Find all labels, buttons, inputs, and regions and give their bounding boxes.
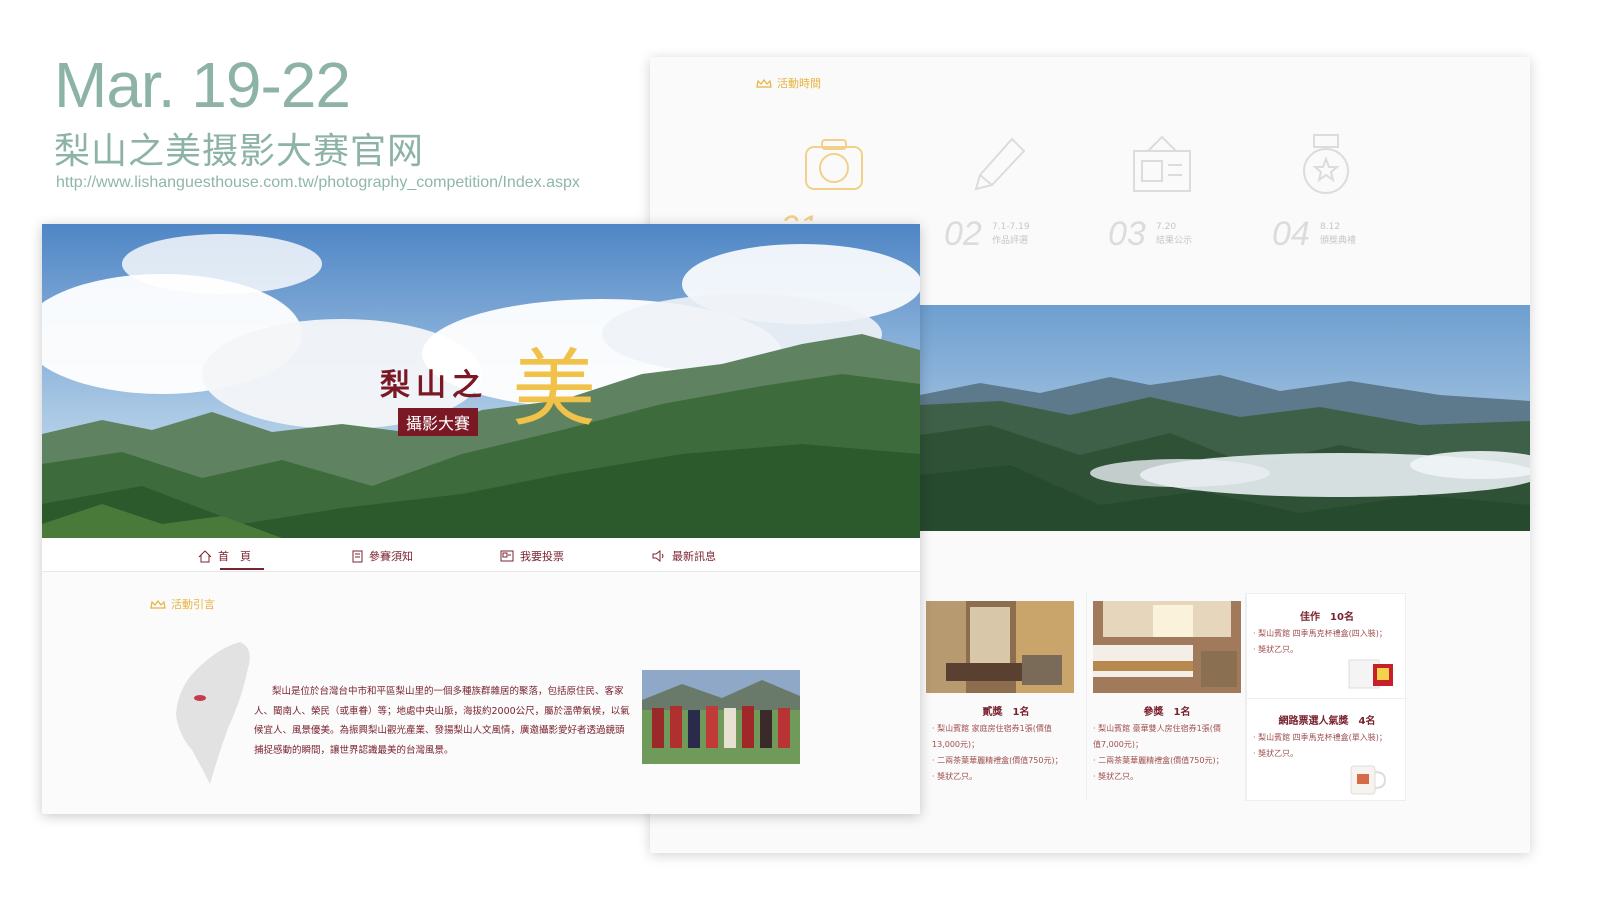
schedule-label-text: 活動時間	[777, 77, 821, 90]
prize-second: 貳獎 1名 · 梨山賓館 家庭房住宿券1張(價值 13,000元)； · 二兩茶…	[926, 593, 1086, 801]
nav-rules[interactable]: 參賽須知	[352, 548, 413, 564]
logo-text-big: 美	[512, 340, 597, 438]
document-icon	[352, 550, 363, 562]
prize-grid: 貳獎 1名 · 梨山賓館 家庭房住宿券1張(價值 13,000元)； · 二兩茶…	[926, 593, 1407, 801]
timeline-step-date: 8.12	[1320, 222, 1341, 232]
site-url[interactable]: http://www.lishanguesthouse.com.tw/photo…	[56, 174, 580, 192]
cloud-sea-landscape-photo	[920, 305, 1530, 531]
intro-paragraph: 梨山是位於台灣台中市和平區梨山里的一個多種族群雜居的聚落，包括原住民、客家人、閩…	[254, 686, 630, 756]
nav-news[interactable]: 最新訊息	[652, 548, 716, 564]
prize-line: · 二兩茶葉華麗精禮盒(價值750元)；	[932, 756, 1063, 765]
vote-icon	[500, 550, 514, 562]
nav-home[interactable]: 首 頁	[198, 548, 251, 564]
prize-line: · 梨山賓館 四季馬克杯禮盒(單入裝)；	[1253, 733, 1387, 742]
schedule-section-label: 活動時間	[756, 75, 821, 91]
nav-active-indicator	[220, 568, 264, 570]
intro-label-text: 活動引言	[171, 598, 215, 611]
nav-home-label: 首 頁	[218, 550, 251, 563]
gift-box-image	[1348, 659, 1393, 689]
nav-vote[interactable]: 我要投票	[500, 548, 564, 564]
prize-third: 參獎 1名 · 梨山賓館 豪華雙人房住宿券1張(價 值7,000元)； · 二兩…	[1086, 593, 1246, 801]
nav-vote-label: 我要投票	[520, 550, 564, 563]
timeline-step-label: 作品評選	[992, 236, 1029, 246]
prize-title: 網路票選人氣獎 4名	[1278, 716, 1376, 727]
prize-title: 佳作 10名	[1300, 612, 1354, 623]
logo-badge: 攝影大賽	[398, 408, 479, 436]
aboriginal-dance-photo	[642, 670, 800, 764]
nav-news-label: 最新訊息	[672, 550, 716, 563]
medal-icon	[1303, 134, 1349, 194]
mug-image	[1350, 765, 1387, 795]
site-title: 梨山之美摄影大赛官网	[54, 131, 425, 172]
prize-description: · 梨山賓館 四季馬克杯禮盒(四入裝)； · 獎狀乙只。	[1253, 626, 1403, 658]
timeline-step-label: 頒獎典禮	[1320, 236, 1357, 246]
timeline-step-date: 7.1-7.19	[992, 222, 1030, 232]
prize-line: · 梨山賓館 家庭房住宿券1張(價值	[932, 724, 1052, 733]
nav-rules-label: 參賽須知	[369, 550, 413, 563]
prize-description: · 梨山賓館 家庭房住宿券1張(價值 13,000元)； · 二兩茶葉華麗精禮盒…	[932, 721, 1082, 785]
prize-divider	[1247, 698, 1407, 699]
home-page-preview: 梨山之 美 攝影大賽 首 頁 參賽須知 我要投票 最新訊息 活動引言 梨山是位於	[42, 224, 920, 814]
picture-board-icon	[1133, 135, 1191, 192]
timeline-step-date: 7.20	[1156, 222, 1177, 232]
prize-line: · 梨山賓館 四季馬克杯禮盒(四入裝)；	[1253, 629, 1387, 638]
prize-line: · 梨山賓館 豪華雙人房住宿券1張(價	[1093, 724, 1221, 733]
prize-line: · 獎狀乙只。	[932, 772, 978, 781]
prize-box-merit: 佳作 10名 · 梨山賓館 四季馬克杯禮盒(四入裝)； · 獎狀乙只。 網路票選…	[1246, 593, 1407, 801]
prize-description: · 梨山賓館 豪華雙人房住宿券1張(價 值7,000元)； · 二兩茶葉華麗精禮…	[1093, 721, 1243, 785]
prize-line: 值7,000元)；	[1093, 740, 1144, 749]
prize-line: · 獎狀乙只。	[1093, 772, 1139, 781]
timeline-step-4: 04 8.12 頒獎典禮	[1272, 129, 1422, 259]
logo-text-main: 梨山之	[380, 368, 488, 403]
timeline-step-number: 04	[1272, 215, 1310, 253]
timeline-step-label: 結果公示	[1156, 236, 1193, 246]
timeline-step-2: 02 7.1-7.19 作品評選	[944, 129, 1094, 259]
speaker-icon	[652, 550, 664, 562]
crown-icon	[150, 599, 166, 609]
prize-line: · 二兩茶葉華麗精禮盒(價值750元)；	[1093, 756, 1224, 765]
main-nav: 首 頁 參賽須知 我要投票 最新訊息	[42, 538, 920, 572]
prize-line: · 獎狀乙只。	[1253, 749, 1299, 758]
contest-logo: 梨山之 美 攝影大賽	[380, 332, 596, 442]
timeline-step-3: 03 7.20 結果公示	[1108, 129, 1258, 259]
pencil-icon	[974, 137, 1026, 191]
prize-title: 參獎 1名	[1143, 707, 1191, 718]
timeline-step-number: 03	[1108, 215, 1146, 253]
hotel-room-photo	[1093, 601, 1241, 693]
prize-title: 貳獎 1名	[982, 707, 1030, 718]
hotel-room-photo	[926, 601, 1074, 693]
prize-description: · 梨山賓館 四季馬克杯禮盒(單入裝)； · 獎狀乙只。	[1253, 730, 1403, 762]
hero-banner: 梨山之 美 攝影大賽	[42, 224, 920, 538]
home-icon	[198, 549, 212, 562]
taiwan-map-icon	[176, 642, 250, 784]
timeline-step-number: 02	[944, 215, 982, 253]
camera-icon	[805, 139, 863, 190]
crown-icon	[756, 78, 772, 88]
event-date: Mar. 19-22	[54, 49, 351, 121]
intro-section-label: 活動引言	[150, 596, 215, 612]
prize-line: 13,000元)；	[932, 740, 980, 749]
